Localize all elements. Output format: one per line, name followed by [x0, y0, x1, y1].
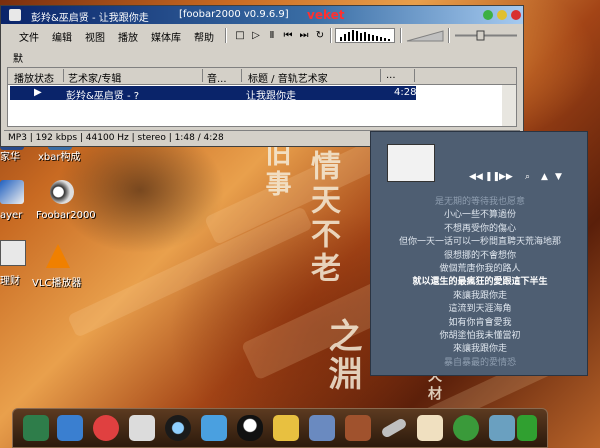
- archive-icon[interactable]: [345, 415, 371, 441]
- menu-library[interactable]: 媒体库: [151, 29, 181, 44]
- column-status[interactable]: 播放状态: [14, 70, 54, 85]
- lyric-line: 很想挪的不會想你: [443, 250, 516, 261]
- previous-icon[interactable]: ⏮: [281, 29, 295, 42]
- calculator-icon[interactable]: [0, 240, 26, 266]
- stop-icon[interactable]: □: [233, 29, 247, 42]
- album-art: [387, 144, 435, 182]
- random-icon[interactable]: ↻: [313, 29, 327, 42]
- people-icon[interactable]: [201, 415, 227, 441]
- pause-icon[interactable]: Ⅱ: [265, 29, 279, 42]
- playing-indicator: ▶: [34, 87, 42, 98]
- calligraphy-3: 之淵: [322, 318, 362, 394]
- close-button[interactable]: [511, 10, 521, 20]
- column-track[interactable]: 音...: [207, 70, 227, 85]
- desktop-icon-label[interactable]: Foobar2000: [36, 210, 96, 221]
- toolbar-separator: [448, 28, 450, 43]
- lyrics-lines: 是无期的等待我也愿意 小心一些不算過份 不想再受你的傷心 但你一天一话可以一秒間…: [371, 196, 589, 370]
- lyric-line: 是无期的等待我也愿意: [434, 197, 525, 207]
- dock: [12, 408, 548, 448]
- playlist-view: 播放状态 艺术家/专辑 音... 标题 / 音轨艺术家 ... ▶ 彭羚&巫启贤…: [7, 67, 517, 127]
- computer-icon[interactable]: [57, 415, 83, 441]
- foobar-icon[interactable]: [50, 180, 74, 204]
- cell-artist-album: 彭羚&巫启贤 - ?: [66, 91, 140, 102]
- media-icon[interactable]: [0, 180, 24, 204]
- table-row[interactable]: ▶ 彭羚&巫启贤 - ? 让我跟你走 4:28: [10, 86, 417, 102]
- image2-icon[interactable]: [417, 415, 443, 441]
- volume-slider[interactable]: [405, 28, 445, 43]
- cell-length: 4:28: [394, 87, 417, 98]
- record-icon[interactable]: [165, 415, 191, 441]
- terminal-icon[interactable]: [129, 415, 155, 441]
- playlist-header: 播放状态 艺术家/专辑 音... 标题 / 音轨艺术家 ...: [8, 68, 516, 85]
- vlc-icon[interactable]: [46, 244, 70, 268]
- app-name: [foobar2000 v0.9.6.9]: [179, 9, 289, 20]
- title-bar[interactable]: 彭羚&巫启贤 - 让我跟你走 [foobar2000 v0.9.6.9] vek…: [1, 6, 523, 24]
- lyric-line: 如有你肯會愛我: [448, 317, 512, 328]
- column-title[interactable]: 标题 / 音轨艺术家: [248, 70, 328, 85]
- toolbar-separator: [225, 28, 227, 43]
- toolbar-separator: [400, 28, 402, 43]
- lyrics-controls: ◀◀ ❚❚ ▶▶ ⌕ ▲ ▼: [469, 172, 579, 184]
- brand-label: veket: [307, 8, 345, 22]
- maximize-button[interactable]: [497, 10, 507, 20]
- lyric-line: 但你一天一话可以一秒間直聘天荒海地那: [398, 237, 561, 248]
- forward-icon[interactable]: ▶▶: [499, 172, 513, 182]
- face-icon[interactable]: [517, 415, 537, 441]
- search-icon[interactable]: ⌕: [525, 172, 530, 182]
- menu-view[interactable]: 视图: [85, 29, 105, 44]
- game-icon[interactable]: [489, 415, 515, 441]
- desktop-icon-label[interactable]: 家华: [0, 148, 20, 163]
- status-text: MP3 | 192 kbps | 44100 Hz | stereo | 1:4…: [8, 133, 224, 143]
- lyric-line: 不想再受你的傷心: [443, 223, 516, 234]
- up-icon[interactable]: ▲: [541, 172, 548, 182]
- tree-icon[interactable]: [453, 415, 479, 441]
- playlist-scrollbar[interactable]: [502, 85, 516, 126]
- lyric-line: 來讓我跟你走: [452, 290, 507, 301]
- cell-title: 让我跟你走: [246, 91, 296, 102]
- calligraphy-2: 情天不老: [305, 150, 340, 286]
- lyric-line: 這流到天涯海角: [448, 304, 512, 315]
- lyric-line: 暴自暴最的愛情恐: [443, 357, 516, 368]
- desktop-icon-label[interactable]: VLC播放器: [32, 274, 81, 289]
- pause-icon[interactable]: ❚❚: [485, 172, 500, 182]
- rewind-icon[interactable]: ◀◀: [469, 172, 483, 182]
- pen-icon[interactable]: [380, 417, 408, 439]
- column-length[interactable]: ...: [386, 70, 396, 81]
- minimize-button[interactable]: [483, 10, 493, 20]
- calligraphy-1: 旧事: [261, 140, 291, 200]
- menu-edit[interactable]: 编辑: [52, 29, 72, 44]
- desktop-icon-label[interactable]: ayer: [0, 210, 22, 221]
- desktop-icon-label[interactable]: 理财: [0, 272, 20, 287]
- pig-icon[interactable]: [93, 415, 119, 441]
- window-title: 彭羚&巫启贤 - 让我跟你走: [31, 13, 149, 24]
- next-icon[interactable]: ⏭: [297, 29, 311, 42]
- penguin-icon[interactable]: [237, 415, 263, 441]
- lyrics-panel: ◀◀ ❚❚ ▶▶ ⌕ ▲ ▼ 是无期的等待我也愿意 小心一些不算過份 不想再受你…: [370, 131, 588, 376]
- lyric-line: 你胡塗怕我未懂當初: [439, 330, 521, 341]
- lyric-line: 小心一些不算過份: [443, 210, 516, 221]
- image-icon[interactable]: [309, 415, 335, 441]
- app-icon: [9, 9, 21, 21]
- down-icon[interactable]: ▼: [555, 172, 562, 182]
- monitor-icon[interactable]: [23, 415, 49, 441]
- menu-help[interactable]: 帮助: [194, 29, 214, 44]
- lyric-line-current: 就以還生的最瘋狂的愛跟這下半生: [412, 277, 548, 288]
- menu-file[interactable]: 文件: [19, 29, 39, 44]
- seek-bar[interactable]: [453, 28, 519, 43]
- folder-icon[interactable]: [273, 415, 299, 441]
- toolbar-separator: [330, 28, 332, 43]
- column-artist-album[interactable]: 艺术家/专辑: [68, 70, 121, 85]
- foobar-window: 彭羚&巫启贤 - 让我跟你走 [foobar2000 v0.9.6.9] vek…: [0, 5, 524, 147]
- spectrum-visualizer: [335, 28, 395, 43]
- menu-playback[interactable]: 播放: [118, 29, 138, 44]
- lyric-line: 做個荒唐你我的路人: [439, 263, 521, 274]
- play-icon[interactable]: ▷: [249, 29, 263, 42]
- lyric-line: 來讓我跟你走: [452, 344, 507, 355]
- desktop-icon-label[interactable]: xbar构成: [38, 148, 81, 163]
